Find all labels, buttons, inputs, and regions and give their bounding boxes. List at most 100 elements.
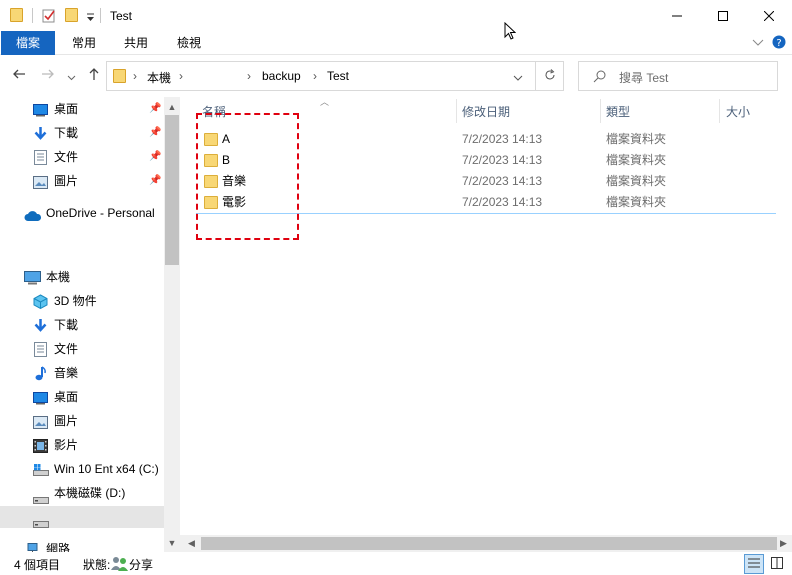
navigation-pane: 桌面 📌 下載 📌 文件 📌 圖片 📌 OneDrive - Personal …: [0, 97, 180, 552]
nav-item-label: 圖片: [54, 414, 79, 428]
folder-icon: [113, 69, 126, 83]
nav-item-downloads-pc[interactable]: 下載: [0, 314, 164, 336]
nav-item-onedrive[interactable]: OneDrive - Personal: [0, 202, 164, 224]
breadcrumb-test[interactable]: Test: [327, 69, 349, 83]
column-header-date[interactable]: 修改日期: [462, 102, 510, 122]
separator: [100, 8, 101, 23]
file-date: 7/2/2023 14:13: [462, 174, 543, 188]
item-count: 4 個項目: [14, 558, 61, 572]
tab-view[interactable]: 檢視: [167, 31, 211, 55]
nav-item-label: 文件: [54, 342, 79, 356]
breadcrumb-this-pc[interactable]: 本機: [147, 69, 171, 86]
highlight-annotation: [196, 113, 299, 240]
breadcrumb-separator-icon[interactable]: ›: [247, 69, 251, 83]
nav-item-label: 音樂: [54, 366, 79, 380]
nav-item-drive-c[interactable]: Win 10 Ent x64 (C:): [0, 458, 164, 480]
pin-icon[interactable]: 📌: [149, 122, 161, 144]
breadcrumb-separator-icon[interactable]: ›: [133, 69, 137, 83]
maximize-icon: [718, 10, 728, 21]
address-bar[interactable]: › 本機 › › backup › Test: [106, 61, 536, 91]
minimize-button[interactable]: [654, 0, 700, 31]
picture-icon: [33, 414, 48, 429]
forward-button[interactable]: [41, 67, 55, 84]
column-divider[interactable]: [719, 99, 720, 123]
expand-ribbon-icon[interactable]: [752, 36, 764, 51]
column-header-type[interactable]: 類型: [606, 102, 630, 122]
column-header-size[interactable]: 大小: [726, 102, 750, 122]
nav-item-label: 本機: [46, 270, 71, 284]
scroll-right-icon[interactable]: ▶: [775, 535, 792, 552]
nav-item-this-pc[interactable]: 本機: [0, 266, 164, 288]
new-folder-icon[interactable]: [65, 8, 78, 22]
refresh-button[interactable]: [536, 61, 564, 91]
desktop-icon: [33, 102, 48, 117]
title-bar: Test: [0, 0, 792, 31]
properties-icon[interactable]: [42, 8, 56, 26]
scroll-down-icon[interactable]: ▼: [164, 535, 180, 551]
breadcrumb-separator-icon[interactable]: ›: [313, 69, 317, 83]
large-icons-view-icon: [771, 556, 783, 572]
nav-item-label: 桌面: [54, 390, 79, 404]
details-view-button[interactable]: [744, 554, 764, 574]
drive-icon: [33, 490, 49, 504]
nav-item-desktop[interactable]: 桌面 📌: [0, 98, 164, 120]
nav-item-label: 網路: [46, 542, 71, 552]
scroll-left-icon[interactable]: ◀: [183, 535, 200, 552]
breadcrumb-separator-icon[interactable]: ›: [179, 69, 183, 83]
file-date: 7/2/2023 14:13: [462, 132, 543, 146]
nav-item-documents[interactable]: 文件 📌: [0, 146, 164, 168]
nav-item-label: OneDrive - Personal: [46, 206, 155, 220]
address-history-icon[interactable]: [513, 72, 523, 86]
nav-item-drive-d[interactable]: 本機磁碟 (D:): [0, 482, 164, 504]
pin-icon[interactable]: 📌: [149, 170, 161, 192]
nav-scrollbar-thumb[interactable]: [165, 115, 179, 265]
breadcrumb-backup[interactable]: backup: [262, 69, 301, 83]
close-icon: [764, 10, 774, 21]
nav-item-label: 桌面: [54, 102, 79, 116]
scroll-up-icon[interactable]: ▲: [164, 99, 180, 115]
close-button[interactable]: [746, 0, 792, 31]
status-bar: 4 個項目 狀態: 分享: [0, 552, 792, 575]
arrow-up-icon: [87, 68, 101, 84]
file-date: 7/2/2023 14:13: [462, 195, 543, 209]
nav-item-documents-pc[interactable]: 文件: [0, 338, 164, 360]
shared-users-icon: [111, 556, 128, 574]
tab-share[interactable]: 共用: [114, 31, 158, 55]
nav-item-videos[interactable]: 影片: [0, 434, 164, 456]
minimize-icon: [672, 11, 682, 21]
nav-item-label: 3D 物件: [54, 294, 97, 308]
nav-item-desktop-pc[interactable]: 桌面: [0, 386, 164, 408]
search-icon: [593, 70, 606, 86]
nav-item-pictures[interactable]: 圖片 📌: [0, 170, 164, 192]
nav-item-label: 文件: [54, 150, 79, 164]
help-icon[interactable]: ?: [772, 35, 786, 52]
search-input[interactable]: 搜尋 Test: [578, 61, 778, 91]
tab-file[interactable]: 檔案: [1, 31, 55, 55]
ribbon-tabs: 檔案 常用 共用 檢視 ?: [0, 31, 792, 55]
customize-toolbar-icon[interactable]: [86, 11, 95, 25]
nav-item-3d-objects[interactable]: 3D 物件: [0, 290, 164, 312]
file-type: 檔案資料夾: [606, 174, 667, 188]
back-button[interactable]: [12, 67, 26, 84]
nav-item-drive-selected[interactable]: [0, 506, 164, 528]
windows-drive-icon: [33, 462, 49, 476]
separator: [32, 8, 33, 23]
recent-locations-button[interactable]: [67, 69, 76, 85]
column-divider[interactable]: [600, 99, 601, 123]
maximize-button[interactable]: [700, 0, 746, 31]
nav-item-music[interactable]: 音樂: [0, 362, 164, 384]
file-type: 檔案資料夾: [606, 132, 667, 146]
sort-ascending-icon: ︿: [320, 97, 330, 107]
nav-item-network[interactable]: 網路: [0, 538, 164, 552]
tab-home[interactable]: 常用: [62, 31, 106, 55]
picture-icon: [33, 174, 48, 189]
nav-item-downloads[interactable]: 下載 📌: [0, 122, 164, 144]
up-button[interactable]: [87, 67, 101, 84]
pin-icon[interactable]: 📌: [149, 146, 161, 168]
pin-icon[interactable]: 📌: [149, 98, 161, 120]
nav-item-pictures-pc[interactable]: 圖片: [0, 410, 164, 432]
large-icons-view-button[interactable]: [767, 554, 787, 574]
address-row: › 本機 › › backup › Test 搜尋 Test: [0, 55, 792, 97]
horizontal-scrollbar-thumb[interactable]: [201, 537, 777, 550]
column-divider[interactable]: [456, 99, 457, 123]
